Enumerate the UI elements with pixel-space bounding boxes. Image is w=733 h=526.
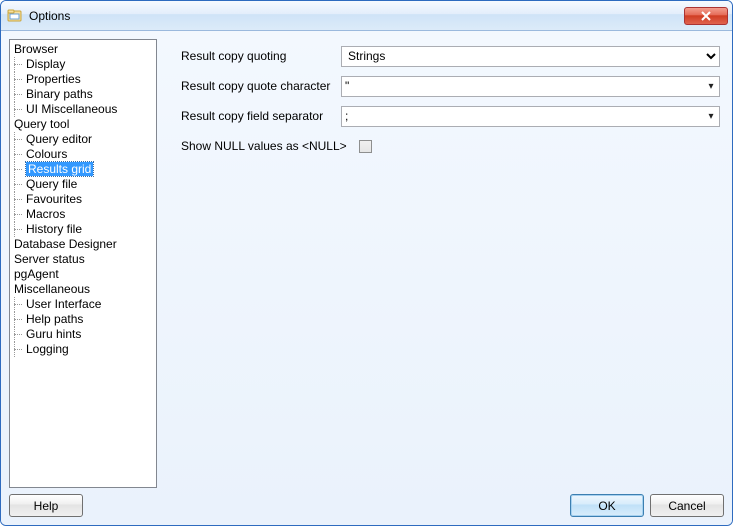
- quoting-combo[interactable]: Strings: [341, 46, 720, 67]
- options-dialog: Options BrowserDisplayPropertiesBinary p…: [0, 0, 733, 526]
- chevron-down-icon[interactable]: ▾: [703, 111, 719, 122]
- tree-group[interactable]: Browser: [10, 42, 156, 57]
- tree-item[interactable]: Query editor: [10, 132, 156, 147]
- tree-item[interactable]: History file: [10, 222, 156, 237]
- quote-char-input[interactable]: [342, 77, 703, 96]
- tree-item[interactable]: Results grid: [10, 162, 156, 177]
- titlebar: Options: [1, 1, 732, 31]
- button-row: Help OK Cancel: [9, 488, 724, 517]
- chevron-down-icon[interactable]: ▾: [703, 81, 719, 92]
- tree-group[interactable]: Miscellaneous: [10, 282, 156, 297]
- field-sep-input[interactable]: [342, 107, 703, 126]
- show-null-label: Show NULL values as <NULL>: [181, 139, 359, 153]
- tree-item[interactable]: Binary paths: [10, 87, 156, 102]
- tree-item[interactable]: Favourites: [10, 192, 156, 207]
- tree-group[interactable]: pgAgent: [10, 267, 156, 282]
- close-button[interactable]: [684, 7, 728, 25]
- tree-item[interactable]: Logging: [10, 342, 156, 357]
- show-null-checkbox[interactable]: [359, 140, 372, 153]
- tree-item[interactable]: Guru hints: [10, 327, 156, 342]
- help-button[interactable]: Help: [9, 494, 83, 517]
- tree-item[interactable]: Colours: [10, 147, 156, 162]
- tree-item[interactable]: Macros: [10, 207, 156, 222]
- tree-item[interactable]: Properties: [10, 72, 156, 87]
- tree-item[interactable]: UI Miscellaneous: [10, 102, 156, 117]
- field-sep-label: Result copy field separator: [181, 109, 341, 123]
- content-row: BrowserDisplayPropertiesBinary pathsUI M…: [9, 39, 724, 488]
- quote-char-label: Result copy quote character: [181, 79, 341, 93]
- tree-item[interactable]: User Interface: [10, 297, 156, 312]
- quote-char-combo[interactable]: ▾: [341, 76, 720, 97]
- settings-form: Result copy quoting Strings Result copy …: [167, 39, 724, 488]
- app-icon: [7, 8, 23, 24]
- ok-button[interactable]: OK: [570, 494, 644, 517]
- tree-item[interactable]: Query file: [10, 177, 156, 192]
- tree-group[interactable]: Server status: [10, 252, 156, 267]
- dialog-body: BrowserDisplayPropertiesBinary pathsUI M…: [1, 31, 732, 525]
- tree-item[interactable]: Display: [10, 57, 156, 72]
- field-sep-combo[interactable]: ▾: [341, 106, 720, 127]
- tree-group[interactable]: Query tool: [10, 117, 156, 132]
- window-title: Options: [29, 9, 684, 23]
- quoting-label: Result copy quoting: [181, 49, 341, 63]
- tree-group[interactable]: Database Designer: [10, 237, 156, 252]
- nav-tree[interactable]: BrowserDisplayPropertiesBinary pathsUI M…: [9, 39, 157, 488]
- tree-item[interactable]: Help paths: [10, 312, 156, 327]
- cancel-button[interactable]: Cancel: [650, 494, 724, 517]
